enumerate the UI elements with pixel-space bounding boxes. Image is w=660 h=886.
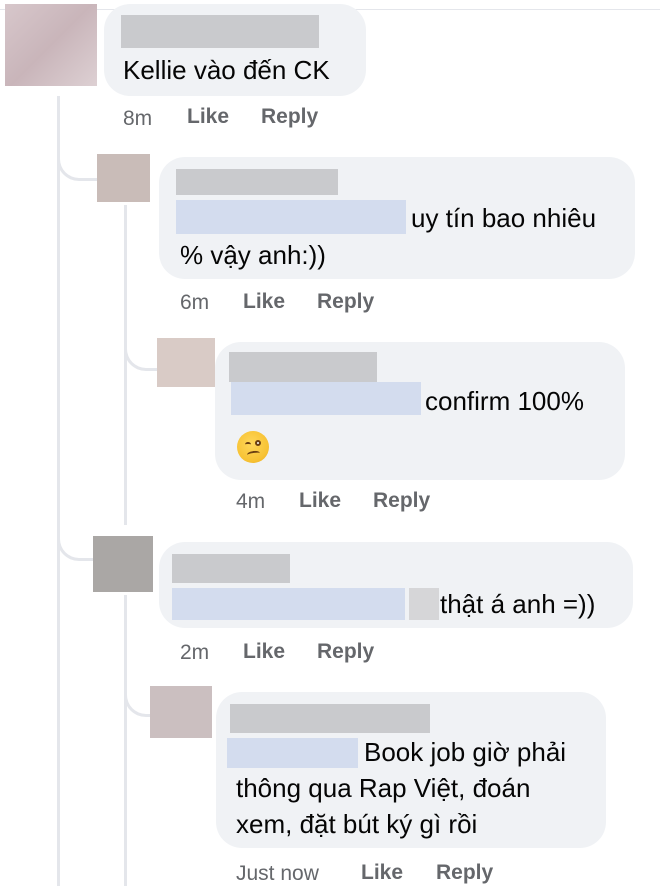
like-button[interactable]: Like	[361, 861, 403, 885]
like-button[interactable]: Like	[299, 489, 341, 513]
comment-bubble-4: thật á anh =))	[159, 542, 633, 628]
avatar[interactable]	[93, 536, 153, 592]
reply-button[interactable]: Reply	[317, 640, 374, 664]
comment-text: xem, đặt bút ký gì rồi	[236, 809, 478, 839]
redacted-tag[interactable]	[172, 588, 405, 620]
redacted-tag[interactable]	[227, 738, 358, 768]
comment-time[interactable]: 2m	[180, 641, 209, 665]
comment-text: uy tín bao nhiêu	[411, 203, 597, 233]
comment-bubble-2: uy tín bao nhiêu % vậy anh:))	[159, 157, 635, 279]
redacted-tag[interactable]	[231, 382, 421, 415]
avatar[interactable]	[157, 338, 215, 387]
reply-button[interactable]: Reply	[261, 105, 318, 129]
comment-time[interactable]: 4m	[236, 490, 265, 514]
redacted-tag[interactable]	[176, 200, 406, 234]
comment-text: thông qua Rap Việt, đoán	[236, 773, 531, 803]
comment-text: % vậy anh:))	[180, 240, 326, 270]
like-button[interactable]: Like	[187, 105, 229, 129]
redacted-username[interactable]	[229, 352, 377, 382]
comment-text: Book job giờ phải	[364, 737, 567, 767]
reply-button[interactable]: Reply	[436, 861, 493, 885]
thread-branch-1	[57, 130, 98, 181]
redacted-username[interactable]	[230, 704, 430, 733]
avatar[interactable]	[150, 686, 212, 738]
comment-text: confirm 100%	[425, 386, 584, 416]
comment-text: Kellie vào đến CK	[123, 55, 330, 85]
like-button[interactable]: Like	[243, 290, 285, 314]
avatar[interactable]	[97, 154, 150, 202]
comment-time[interactable]: Just now	[236, 862, 319, 886]
comment-text: thật á anh =))	[440, 589, 596, 619]
comment-time[interactable]: 8m	[123, 107, 152, 131]
thread-line-main	[57, 96, 60, 886]
comment-time[interactable]: 6m	[180, 291, 209, 315]
avatar[interactable]	[5, 4, 97, 86]
thread-line-sub-2	[124, 595, 127, 886]
like-button[interactable]: Like	[243, 640, 285, 664]
comment-bubble-5: Book job giờ phải thông qua Rap Việt, đo…	[216, 692, 606, 848]
reply-button[interactable]: Reply	[317, 290, 374, 314]
redacted-text	[409, 588, 439, 620]
woozy-face-icon	[237, 431, 269, 463]
redacted-username[interactable]	[121, 15, 319, 48]
comment-bubble-3: confirm 100%	[215, 342, 625, 480]
reply-button[interactable]: Reply	[373, 489, 430, 513]
thread-branch-2	[57, 510, 98, 561]
thread-branch-2-1	[124, 668, 153, 717]
comment-bubble-1: Kellie vào đến CK	[104, 4, 366, 96]
thread-line-sub-1	[124, 205, 127, 525]
redacted-username[interactable]	[176, 169, 338, 195]
redacted-username[interactable]	[172, 554, 290, 583]
thread-branch-1-1	[124, 322, 159, 371]
